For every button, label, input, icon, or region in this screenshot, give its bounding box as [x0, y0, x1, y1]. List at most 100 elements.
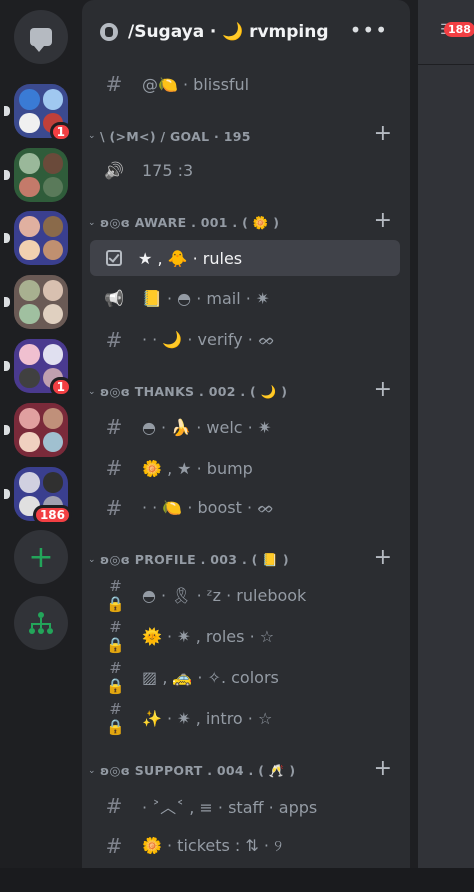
channel-item[interactable]: # · · 🍋 · boost · ᨖ	[90, 490, 400, 526]
server-avatar-thumb	[19, 408, 40, 429]
hashtag-icon: #	[105, 834, 123, 858]
channel-panel: /Sugaya ‧ 🌙 rvmping ••• # @🍋 · blissful ⌄ \…	[82, 0, 410, 892]
bottom-bar	[0, 868, 474, 892]
server-avatar-thumb	[42, 153, 63, 174]
server-icon[interactable]: 1	[4, 339, 72, 397]
plus-icon: +	[28, 539, 54, 575]
server-icon[interactable]: 186	[4, 467, 72, 525]
add-channel-icon[interactable]: +	[374, 121, 392, 146]
add-channel-icon[interactable]: +	[374, 756, 392, 781]
add-channel-icon[interactable]: +	[374, 545, 392, 570]
channel-item[interactable]: # @🍋 · blissful	[90, 66, 400, 102]
hashtag-icon: #	[105, 496, 123, 520]
channel-item[interactable]: # 🌼 · tickets : ⇅ · ୨	[90, 828, 400, 864]
channel-item[interactable]: # ◓ · 🍌 · welc · ✷	[90, 409, 400, 445]
channel-item[interactable]: # 🌼 ‚ ★ · bump	[90, 450, 400, 486]
channel-name: ▨ ‚ 🚕 · ✧. colors	[142, 667, 279, 687]
server-avatar-thumb	[42, 344, 63, 365]
channel-name: ✨ · ✷ ‚ intro · ☆	[142, 708, 273, 728]
server-avatar-thumb	[19, 112, 40, 133]
server-avatar-thumb	[19, 472, 40, 493]
locked-hashtag-icon: #🔒	[106, 700, 125, 736]
more-options-icon[interactable]: •••	[350, 18, 388, 42]
category-header[interactable]: ⌄ ʚ◎ɞ AWARE . 001 . ( 🌼 ) +	[88, 208, 400, 235]
category-header[interactable]: ⌄ ʚ◎ɞ PROFILE . 003 . ( 📒 ) +	[88, 545, 400, 572]
server-header[interactable]: /Sugaya ‧ 🌙 rvmping •••	[82, 0, 410, 64]
mention-badge: 1	[49, 122, 72, 142]
server-icon[interactable]	[4, 403, 68, 457]
channel-item[interactable]: #🔒 ▨ ‚ 🚕 · ✧. colors	[90, 659, 400, 695]
channel-item[interactable]: ★ ‚ 🐥 · rules	[90, 240, 400, 276]
server-avatar-thumb	[42, 472, 63, 493]
channel-name: · · 🌙 · verify · ᨖ	[142, 330, 276, 349]
chevron-down-icon: ⌄	[88, 387, 96, 397]
channel-name: ◓ · 🍌 · welc · ✷	[142, 417, 272, 437]
hashtag-icon: #	[105, 72, 123, 96]
server-avatar-thumb	[42, 408, 63, 429]
rules-checkbox-icon	[106, 250, 122, 266]
channel-item[interactable]: #🔒 ◓ · 🎗 · ᶻz · rulebook	[90, 577, 400, 613]
chat-header: ☰ 188	[418, 0, 474, 65]
category-name: ʚ◎ɞ THANKS . 002 . ( 🌙 )	[100, 384, 288, 399]
mention-badge: 1	[49, 377, 72, 397]
server-icon[interactable]: 1	[4, 84, 72, 142]
channel-item[interactable]: 📢 📒 · ◓ · mail · ✷	[90, 280, 400, 316]
server-avatar-thumb	[19, 431, 40, 452]
category-name: ʚ◎ɞ SUPPORT . 004 . ( 🥂 )	[100, 763, 296, 778]
channel-name: ★ ‚ 🐥 · rules	[138, 248, 243, 268]
unread-indicator	[4, 425, 10, 435]
channel-item[interactable]: 🔊 175 :3	[90, 152, 400, 188]
add-channel-icon[interactable]: +	[374, 208, 392, 233]
channel-item[interactable]: #🔒 ✨ · ✷ ‚ intro · ☆	[90, 700, 400, 736]
channel-item[interactable]: # · ˃︿˂ , ≡ · staff · apps	[90, 788, 400, 824]
server-avatar-thumb	[19, 153, 40, 174]
channel-name: 🌼 ‚ ★ · bump	[142, 458, 253, 478]
category-header[interactable]: ⌄ \ (>M<) / GOAL · 195 +	[88, 121, 400, 148]
server-icon[interactable]	[4, 211, 68, 265]
server-icon[interactable]	[4, 148, 68, 202]
unread-indicator	[4, 106, 10, 116]
chevron-down-icon: ⌄	[88, 218, 96, 228]
channel-name: 📒 · ◓ · mail · ✷	[142, 288, 270, 308]
unread-indicator	[4, 297, 10, 307]
category-name: ʚ◎ɞ PROFILE . 003 . ( 📒 )	[100, 552, 289, 567]
locked-hashtag-icon: #🔒	[106, 577, 125, 613]
discover-button[interactable]	[14, 596, 68, 650]
unread-indicator	[4, 170, 10, 180]
category-name: \ (>M<) / GOAL · 195	[100, 128, 251, 144]
mention-badge: 186	[32, 505, 72, 525]
server-avatar-thumb	[42, 216, 63, 237]
notification-badge: 188	[444, 22, 474, 37]
unread-indicator	[4, 489, 10, 499]
server-avatar-thumb	[42, 239, 63, 260]
add-channel-icon[interactable]: +	[374, 377, 392, 402]
channel-item[interactable]: #🔒 🌞 · ✷ ‚ roles · ☆	[90, 618, 400, 654]
channel-name: 🌞 · ✷ ‚ roles · ☆	[142, 626, 275, 646]
category-header[interactable]: ⌄ ʚ◎ɞ SUPPORT . 004 . ( 🥂 ) +	[88, 756, 400, 783]
hashtag-icon: #	[105, 415, 123, 439]
server-name: /Sugaya ‧ 🌙 rvmping	[128, 22, 329, 42]
locked-hashtag-icon: #🔒	[106, 659, 125, 695]
add-server-button[interactable]: +	[14, 530, 68, 584]
server-avatar-thumb	[19, 367, 40, 388]
channel-item[interactable]: # · · 🌙 · verify · ᨖ	[90, 322, 400, 358]
unread-indicator	[4, 233, 10, 243]
server-avatar-thumb	[19, 89, 40, 110]
channel-name: @🍋 · blissful	[142, 74, 250, 94]
server-boost-icon	[100, 23, 118, 41]
chevron-down-icon: ⌄	[88, 131, 96, 141]
server-avatar-thumb	[42, 431, 63, 452]
channel-name: · ˃︿˂ , ≡ · staff · apps	[142, 798, 318, 817]
speaker-icon: 🔊	[104, 160, 124, 180]
server-avatar-thumb	[42, 176, 63, 197]
chat-area-edge: ☰ 188	[418, 0, 474, 892]
chevron-down-icon: ⌄	[88, 766, 96, 776]
server-avatar-thumb	[19, 303, 40, 324]
category-header[interactable]: ⌄ ʚ◎ɞ THANKS . 002 . ( 🌙 ) +	[88, 377, 400, 404]
unread-indicator	[4, 361, 10, 371]
chat-bubble-icon	[30, 28, 52, 52]
chevron-down-icon: ⌄	[88, 555, 96, 565]
direct-messages-button[interactable]	[14, 10, 68, 64]
channel-name: 🌼 · tickets : ⇅ · ୨	[142, 836, 283, 855]
server-icon[interactable]	[4, 275, 68, 329]
